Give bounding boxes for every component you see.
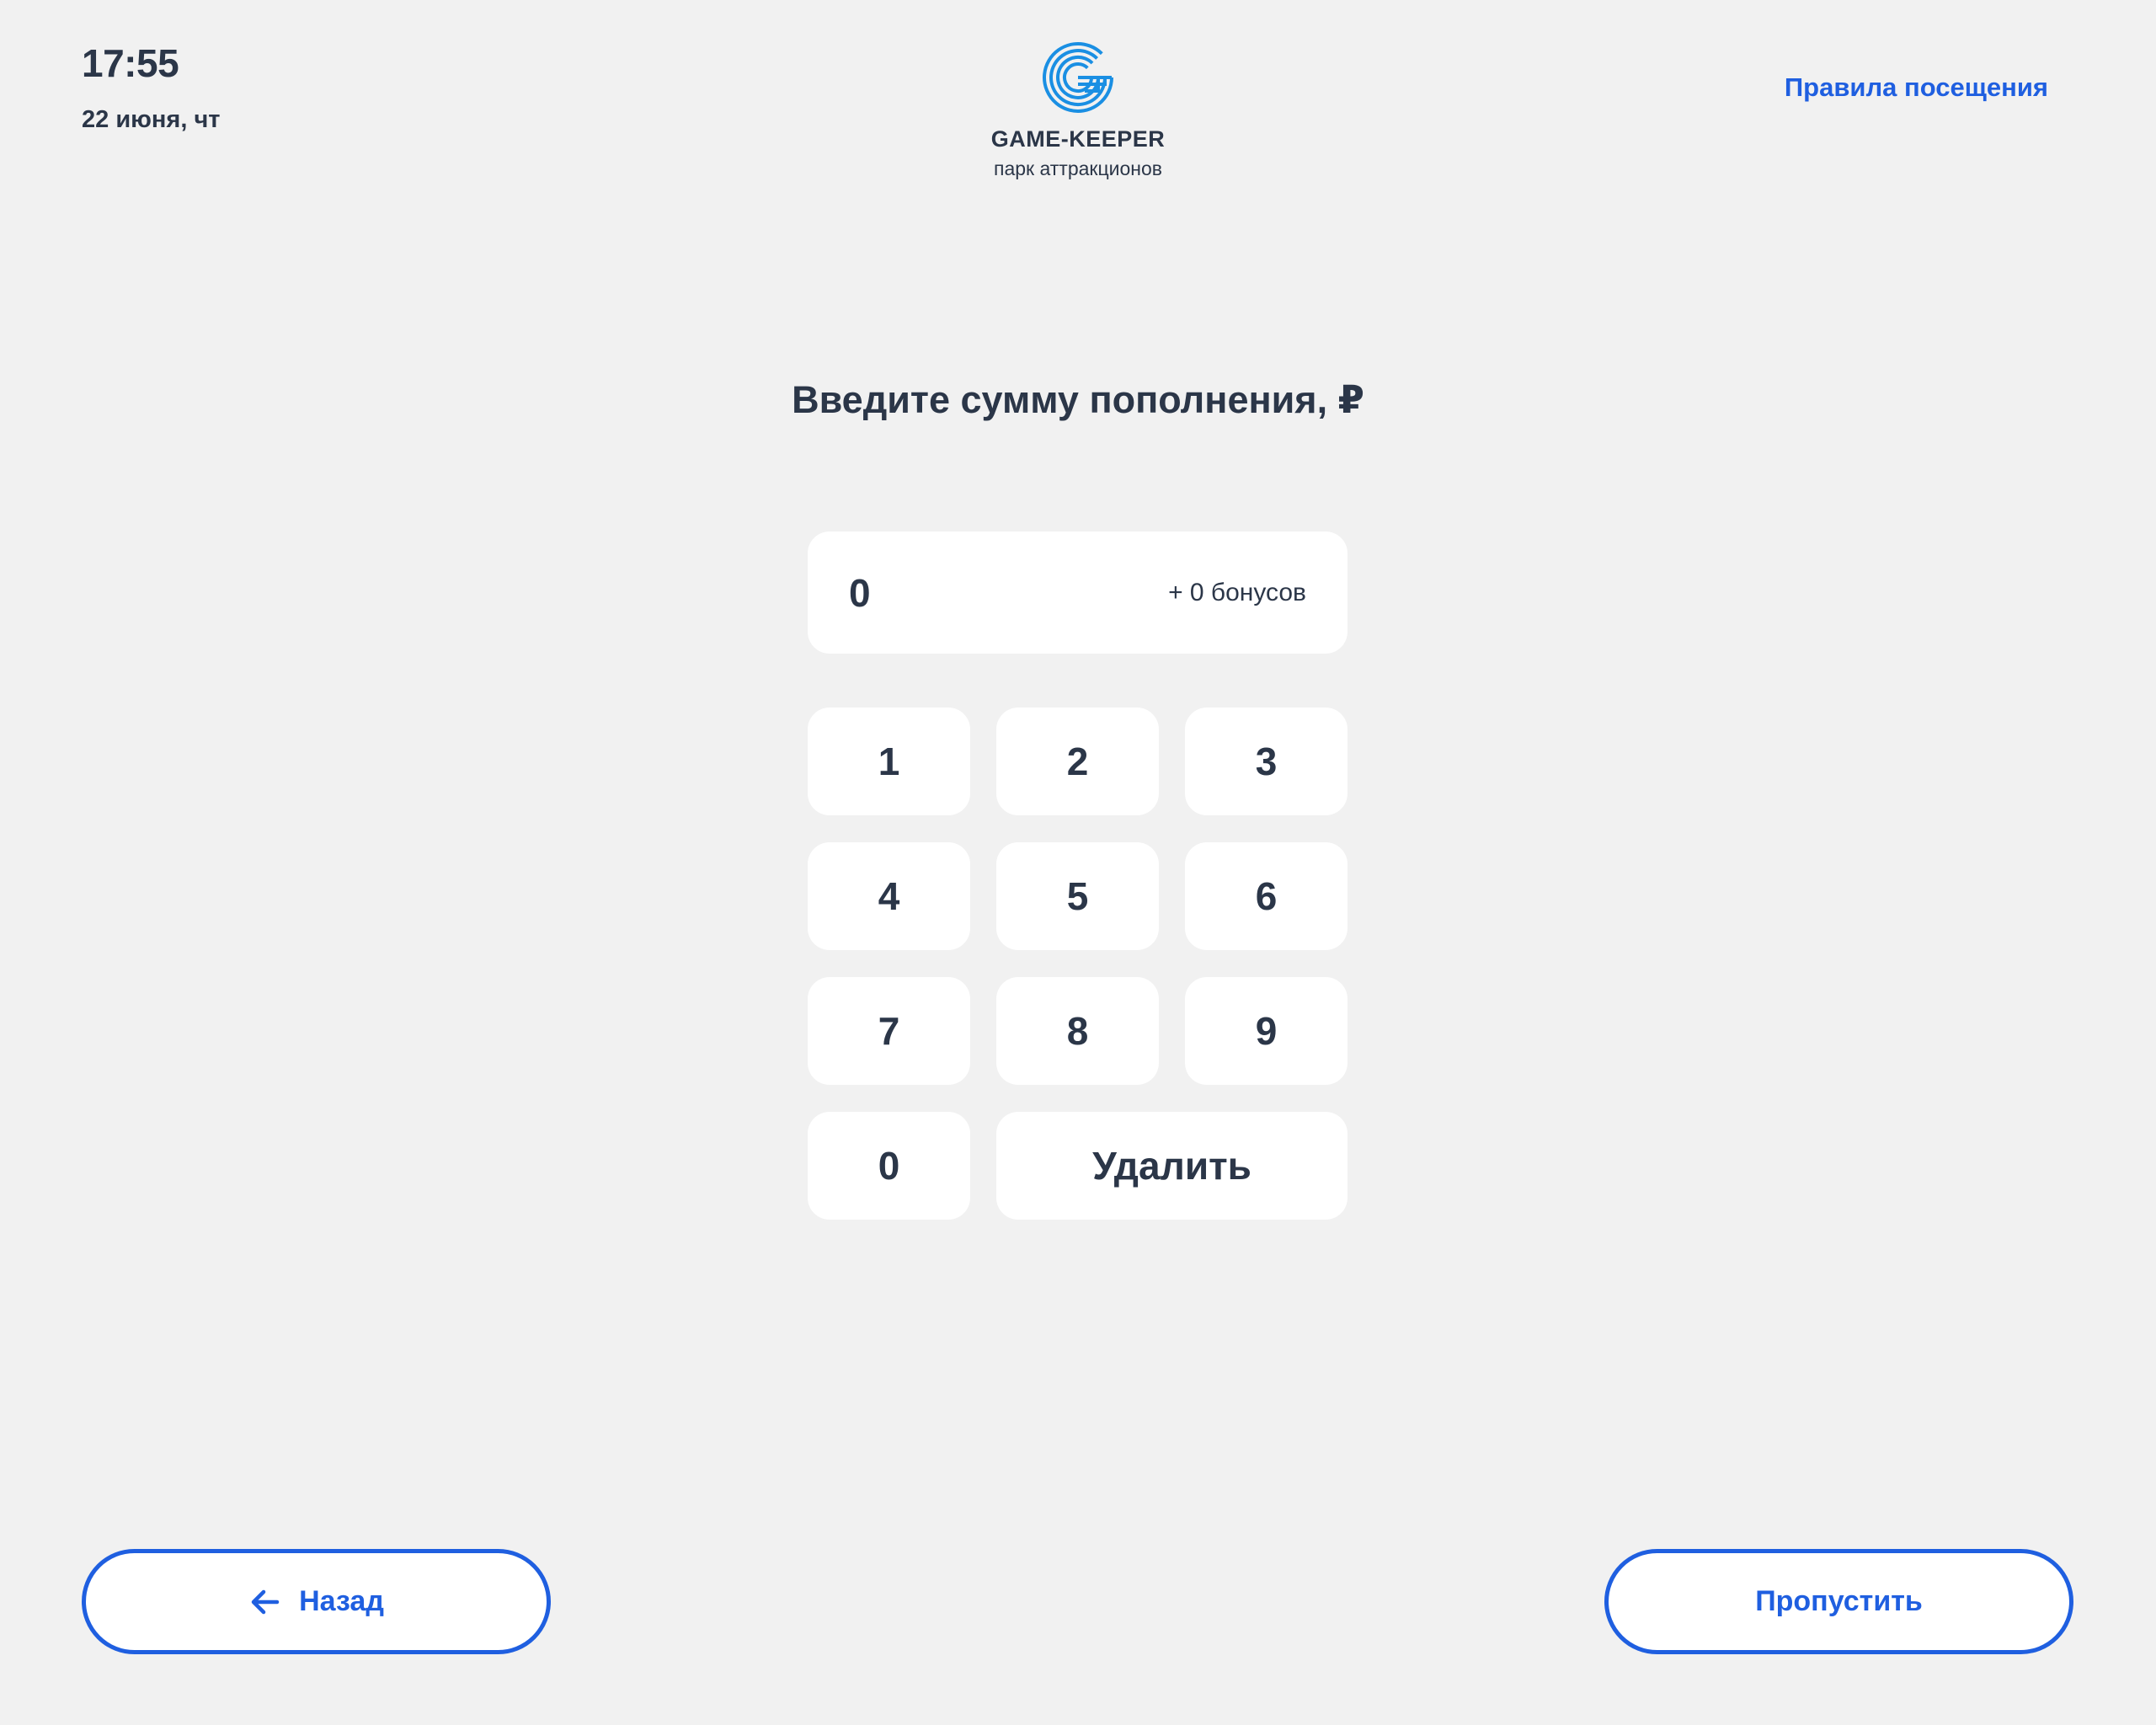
clock-time: 17:55	[82, 41, 179, 85]
skip-button[interactable]: Пропустить	[1604, 1549, 2073, 1654]
delete-button[interactable]: Удалить	[996, 1112, 1348, 1220]
key-0[interactable]: 0	[808, 1112, 970, 1220]
game-keeper-logo-icon	[1043, 41, 1113, 113]
key-5[interactable]: 5	[996, 842, 1159, 950]
bonus-label: + 0 бонусов	[1168, 578, 1306, 606]
clock-date: 22 июня, чт	[82, 106, 221, 133]
back-button-label: Назад	[299, 1585, 384, 1617]
brand-subtitle: парк аттракционов	[993, 158, 1162, 179]
arrow-left-icon	[251, 1589, 280, 1614]
key-7[interactable]: 7	[808, 977, 970, 1085]
amount-input[interactable]: 0 + 0 бонусов	[808, 531, 1348, 654]
key-4[interactable]: 4	[808, 842, 970, 950]
key-9[interactable]: 9	[1185, 977, 1348, 1085]
key-1[interactable]: 1	[808, 708, 970, 815]
numeric-keypad: 1 2 3 4 5 6 7 8 9 0 Удалить	[808, 708, 1348, 1220]
skip-button-label: Пропустить	[1755, 1585, 1923, 1617]
key-8[interactable]: 8	[996, 977, 1159, 1085]
brand-name: GAME-KEEPER	[990, 126, 1166, 152]
back-button[interactable]: Назад	[82, 1549, 551, 1654]
key-6[interactable]: 6	[1185, 842, 1348, 950]
page-title: Введите сумму пополнения, ₽	[792, 378, 1364, 421]
brand-logo: GAME-KEEPER парк аттракционов	[910, 37, 1246, 180]
visit-rules-link[interactable]: Правила посещения	[1785, 72, 2048, 103]
key-2[interactable]: 2	[996, 708, 1159, 815]
key-3[interactable]: 3	[1185, 708, 1348, 815]
amount-value: 0	[849, 570, 871, 615]
